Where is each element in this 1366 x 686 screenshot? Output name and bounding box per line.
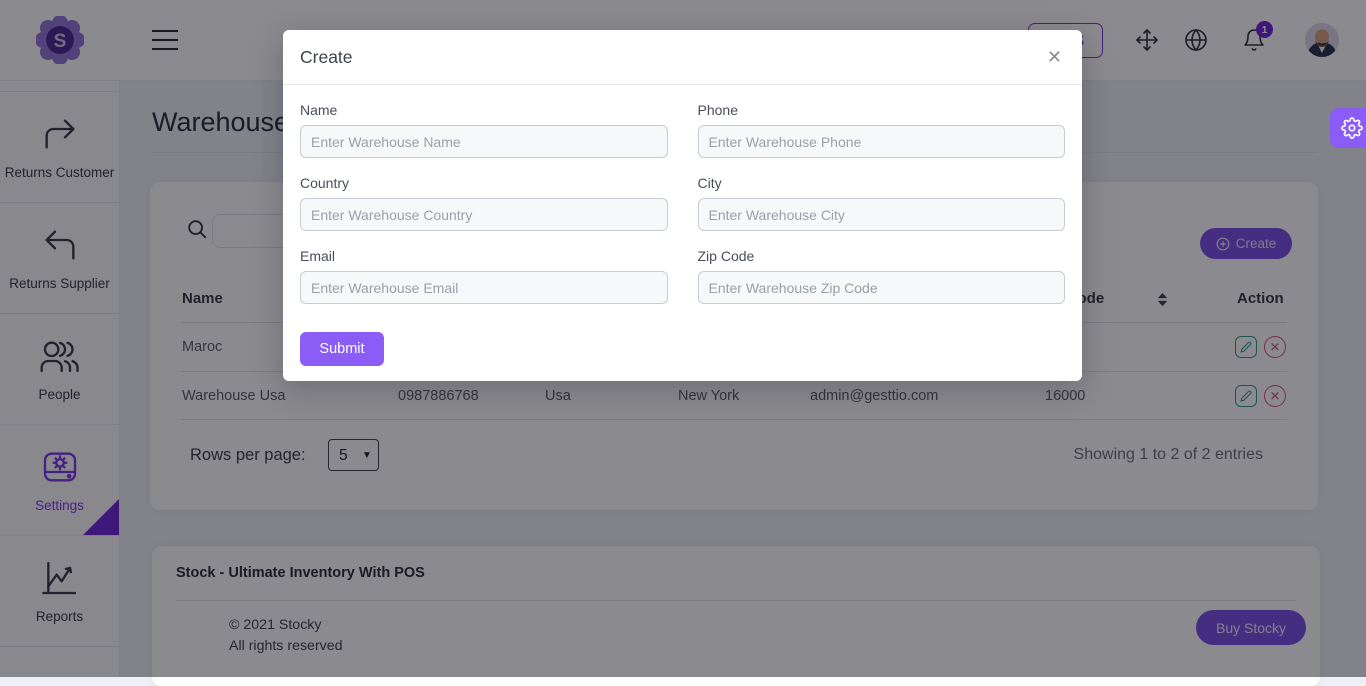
field-zip-code: Zip Code bbox=[698, 248, 1066, 304]
modal-title: Create bbox=[300, 47, 353, 68]
country-label: Country bbox=[300, 175, 668, 191]
email-label: Email bbox=[300, 248, 668, 264]
warehouse-zip-input[interactable] bbox=[698, 271, 1066, 304]
warehouse-name-input[interactable] bbox=[300, 125, 668, 158]
warehouse-country-input[interactable] bbox=[300, 198, 668, 231]
field-city: City bbox=[698, 175, 1066, 231]
zip-code-label: Zip Code bbox=[698, 248, 1066, 264]
customizer-gear-button[interactable] bbox=[1330, 108, 1366, 148]
create-warehouse-modal: Create ✕ Name Phone Country City Email bbox=[283, 30, 1082, 381]
name-label: Name bbox=[300, 102, 668, 118]
modal-header: Create ✕ bbox=[283, 30, 1082, 85]
warehouse-email-input[interactable] bbox=[300, 271, 668, 304]
warehouse-city-input[interactable] bbox=[698, 198, 1066, 231]
field-email: Email bbox=[300, 248, 668, 304]
warehouse-phone-input[interactable] bbox=[698, 125, 1066, 158]
city-label: City bbox=[698, 175, 1066, 191]
close-icon[interactable]: ✕ bbox=[1047, 48, 1062, 66]
field-phone: Phone bbox=[698, 102, 1066, 158]
field-country: Country bbox=[300, 175, 668, 231]
gear-icon bbox=[1341, 117, 1363, 139]
phone-label: Phone bbox=[698, 102, 1066, 118]
submit-button[interactable]: Submit bbox=[300, 332, 384, 366]
modal-body: Name Phone Country City Email Zip Code bbox=[283, 85, 1082, 366]
field-name: Name bbox=[300, 102, 668, 158]
